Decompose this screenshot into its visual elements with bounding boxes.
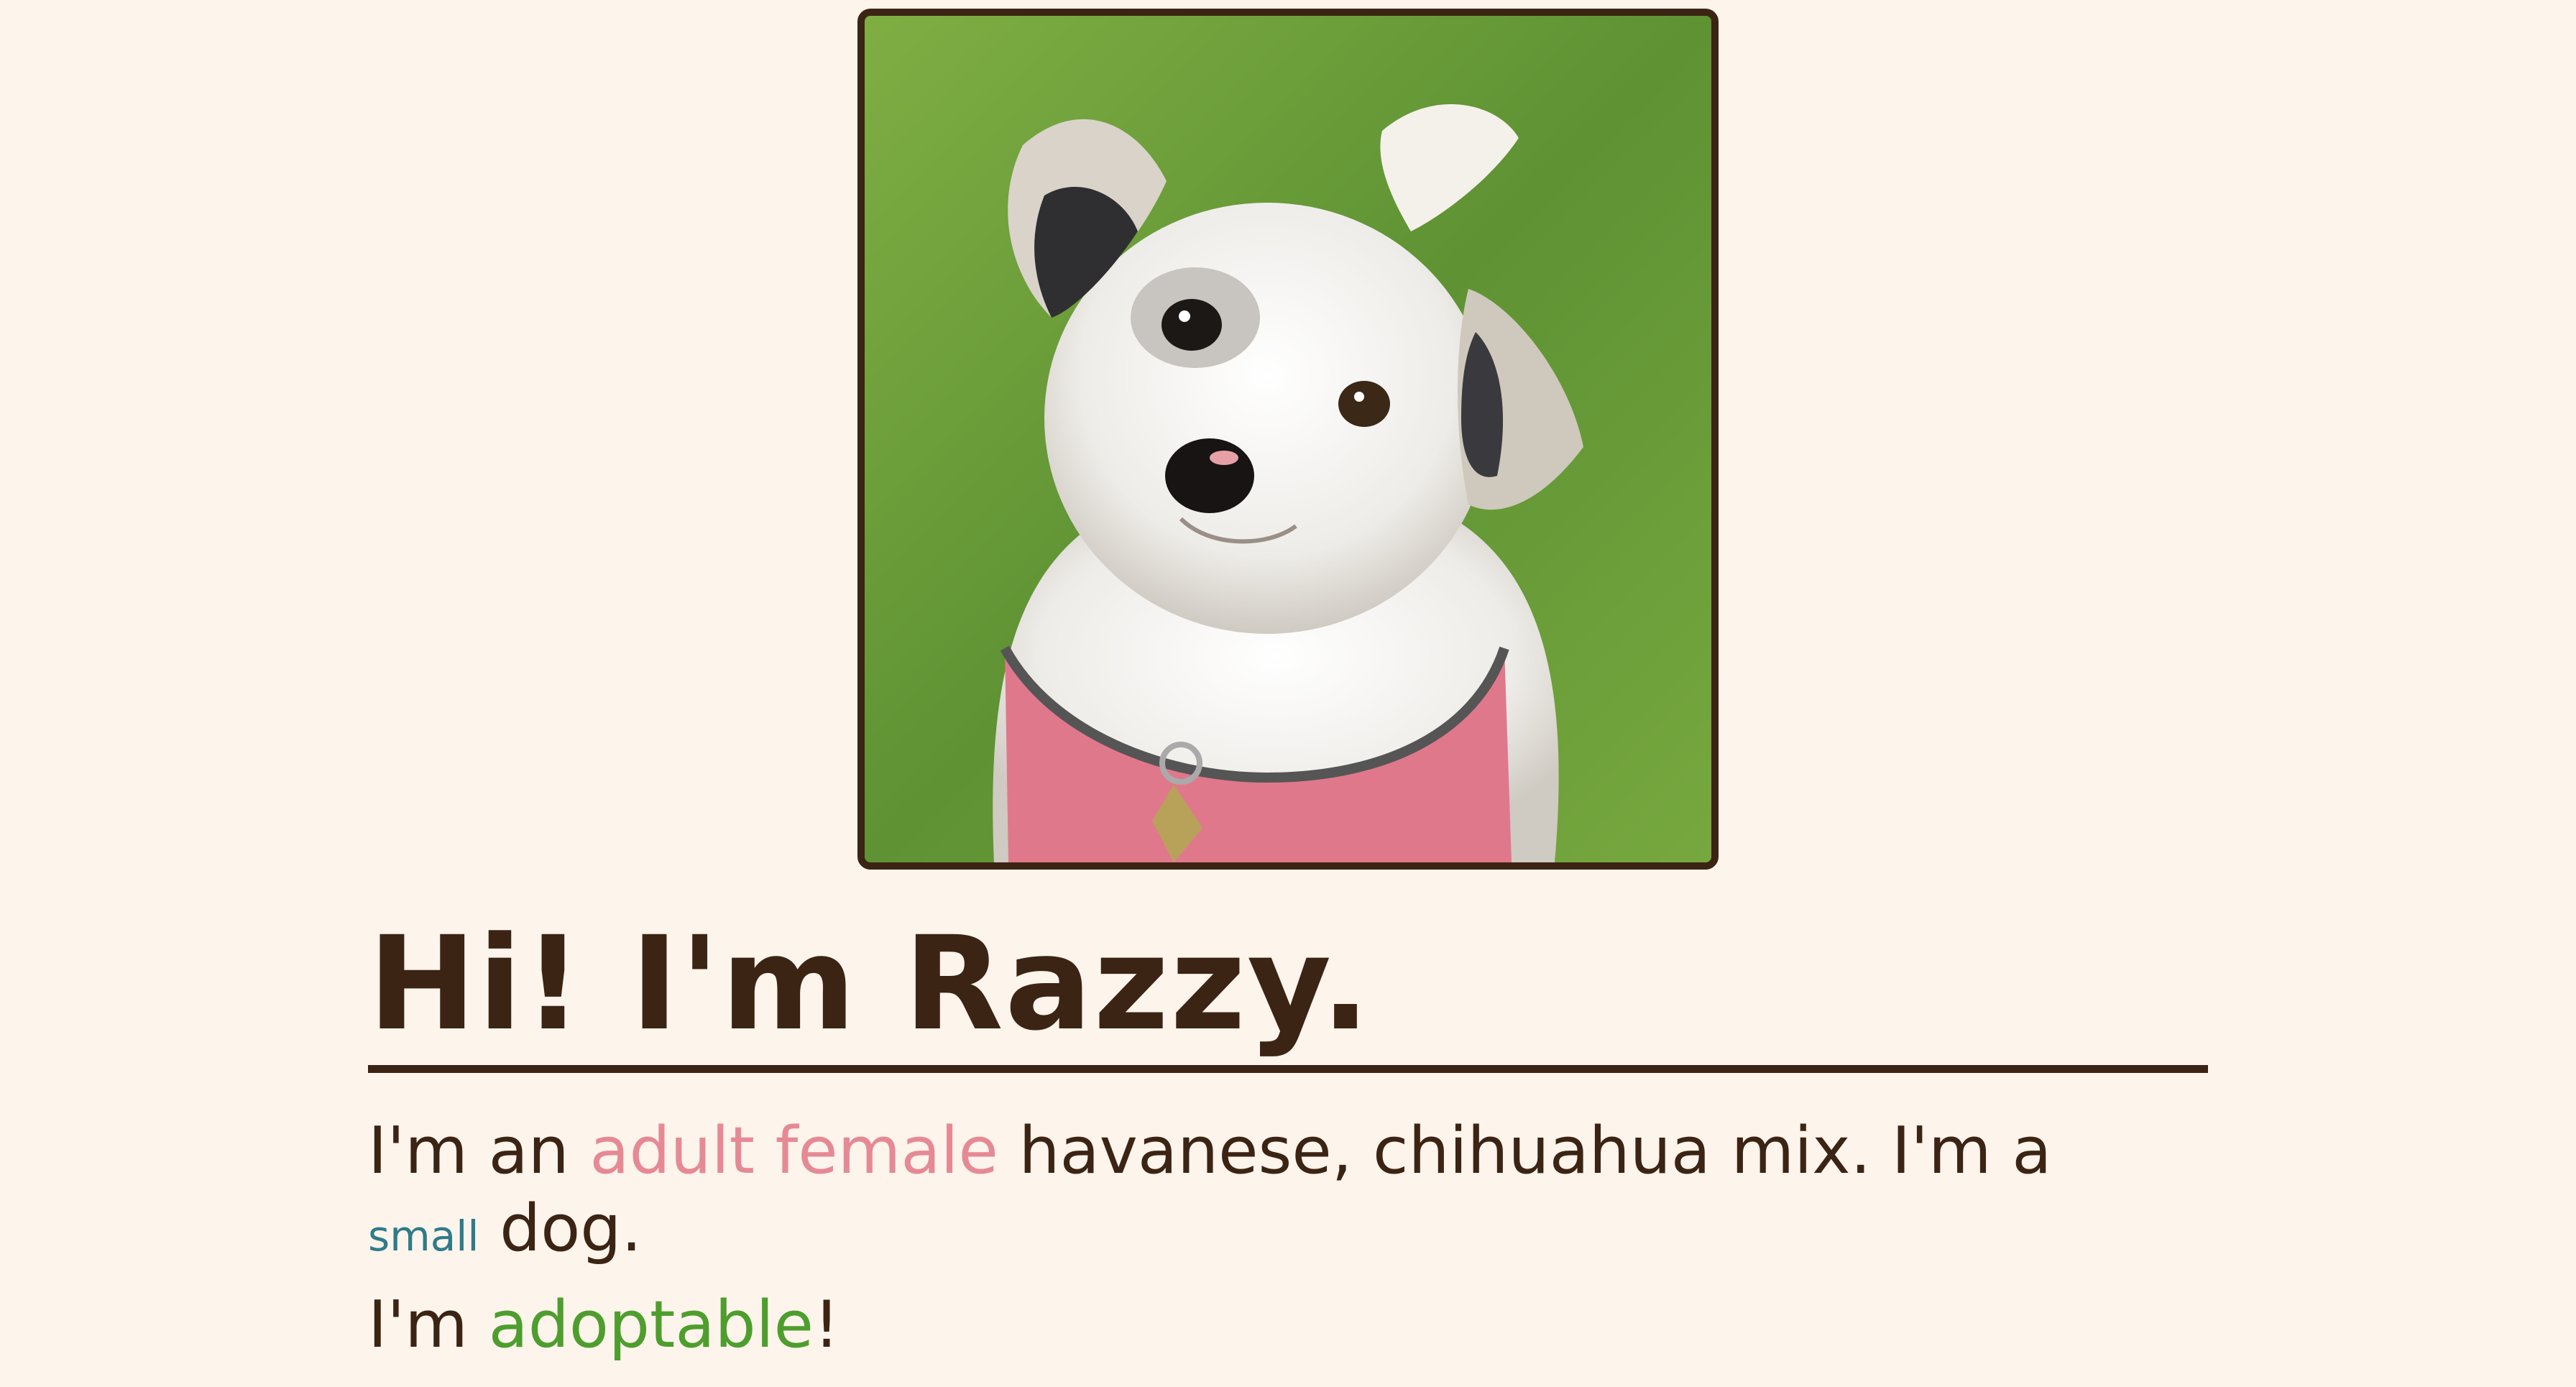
status-text: adoptable [488, 1287, 814, 1363]
description-prefix: I'm an [368, 1113, 590, 1189]
pet-photo [857, 9, 1719, 870]
status-suffix: ! [814, 1287, 840, 1363]
size-suffix: dog. [479, 1191, 643, 1266]
size-text: small [368, 1212, 479, 1261]
status-prefix: I'm [368, 1287, 489, 1363]
age-sex-text: adult female [589, 1113, 998, 1189]
title-divider [368, 1065, 2208, 1073]
page-title: Hi! I'm Razzy. [368, 909, 1372, 1059]
adoption-status: I'm adoptable! [368, 1286, 840, 1364]
dog-photo-image [865, 16, 1711, 862]
pet-description: I'm an adult female havanese, chihuahua … [368, 1112, 2208, 1275]
breed-text: havanese, chihuahua mix. I'm a [998, 1113, 2052, 1189]
